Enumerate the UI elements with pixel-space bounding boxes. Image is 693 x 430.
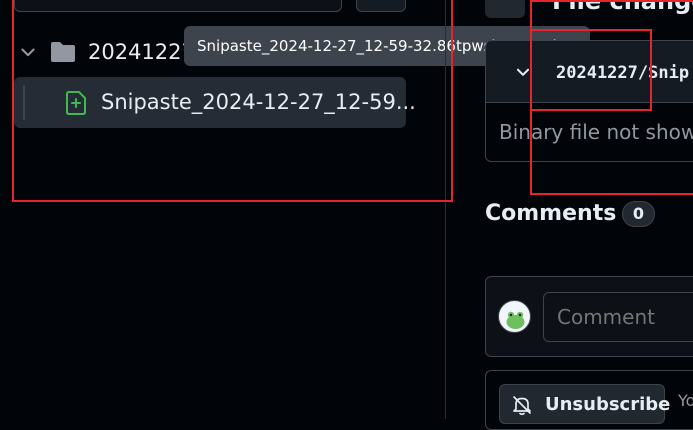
- avatar[interactable]: [498, 300, 531, 333]
- comments-heading: Comments: [485, 201, 617, 226]
- highlight-box-file-path: [530, 29, 652, 111]
- subscription-panel: Unsubscribe Yo: [485, 370, 693, 430]
- unsubscribe-label: Unsubscribe: [545, 394, 671, 415]
- frog-avatar-icon: [506, 311, 525, 329]
- highlight-box-file-tree: [12, 0, 453, 202]
- comment-composer: [485, 276, 693, 357]
- file-tree-toggle-button[interactable]: [485, 0, 525, 18]
- comments-count-badge: 0: [622, 201, 655, 227]
- bell-slash-icon: [513, 396, 531, 416]
- subscription-note: Yo: [678, 391, 693, 410]
- comment-input[interactable]: [543, 292, 693, 342]
- unsubscribe-button[interactable]: Unsubscribe: [499, 384, 670, 424]
